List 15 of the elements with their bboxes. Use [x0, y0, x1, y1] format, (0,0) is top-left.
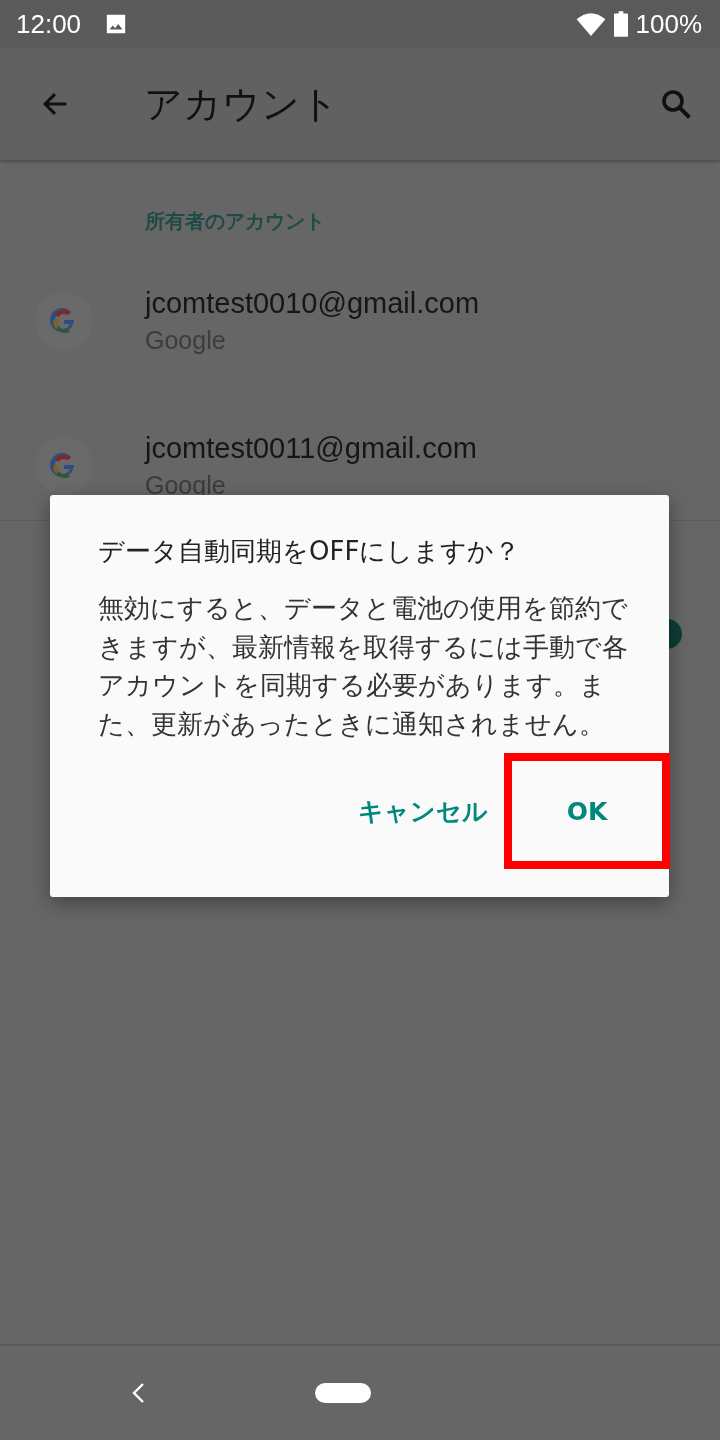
- account-email[interactable]: jcomtest0011@gmail.com: [145, 431, 477, 465]
- dialog-title: データ自動同期をOFFにしますか？: [98, 535, 522, 568]
- section-header: 所有者のアカウント: [144, 208, 326, 235]
- back-nav-icon[interactable]: [131, 1382, 145, 1404]
- status-time: 12:00: [16, 8, 82, 40]
- wifi-icon: [575, 12, 606, 36]
- home-pill[interactable]: [314, 1383, 371, 1403]
- image-icon: [105, 13, 128, 35]
- dialog-message: 無効にすると、データと電池の使用を節約できますが、最新情報を取得するには手動で各アカウントを同期する必要があります。また、更新があったときに通知されません。: [98, 592, 629, 741]
- dialog-button[interactable]: OK: [504, 753, 670, 869]
- account-email[interactable]: jcomtest0010@gmail.com: [145, 286, 480, 320]
- screen-title: アカウント: [144, 80, 339, 128]
- battery-icon: [613, 11, 628, 37]
- battery-level: 100%: [635, 8, 702, 40]
- dialog-button[interactable]: キャンセル: [350, 753, 496, 869]
